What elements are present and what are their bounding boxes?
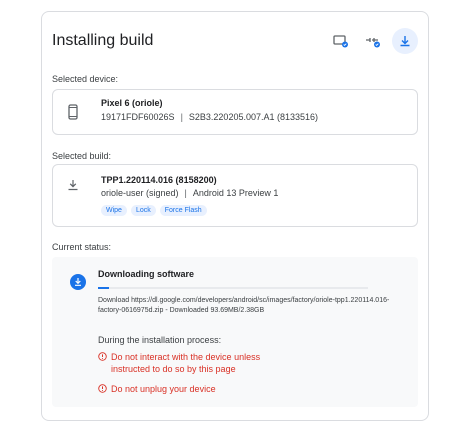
install-card: Installing build Selected device: Pixel … (41, 11, 429, 421)
device-settings-button[interactable] (328, 28, 354, 54)
build-release: Android 13 Preview 1 (192, 188, 279, 198)
device-build: S2B3.220205.007.A1 (8133516) (188, 112, 319, 122)
device-box: Pixel 6 (oriole) 19171FDF60026S | S2B3.220… (52, 89, 418, 135)
device-settings-icon (333, 35, 348, 48)
warning-text: Do not interact with the device unless i… (111, 352, 261, 374)
phone-icon (68, 104, 78, 120)
connection-icon (366, 38, 380, 48)
option-chip-wipe: Wipe (101, 205, 127, 216)
warning-item: Do not unplug your device (98, 383, 216, 395)
separator: | (184, 188, 187, 198)
selected-build-label: Selected build: (52, 151, 112, 161)
separator: | (180, 112, 183, 122)
warning-text: Do not unplug your device (111, 384, 216, 394)
build-box: TPP1.220114.016 (8158200) oriole-user (s… (52, 164, 418, 227)
error-icon (98, 352, 107, 361)
download-button[interactable] (392, 28, 418, 54)
download-progress-bar (98, 287, 368, 289)
download-detail: Download https://dl.google.com/developer… (98, 297, 390, 314)
warning-item: Do not interact with the device unless i… (98, 351, 298, 375)
build-variant: oriole-user (signed) (101, 188, 179, 198)
status-panel: Downloading software Download https://dl… (52, 257, 418, 407)
device-name: Pixel 6 (oriole) (101, 98, 163, 108)
build-details: oriole-user (signed) | Android 13 Preview … (101, 188, 278, 198)
device-serial: 19171FDF60026S (101, 112, 175, 122)
header-actions (328, 28, 418, 54)
device-details: 19171FDF60026S | S2B3.220205.007.A1 (81335… (101, 112, 318, 122)
card-header: Installing build (52, 28, 418, 60)
download-icon (400, 36, 410, 47)
connection-button[interactable] (360, 28, 386, 54)
option-chip-lock: Lock (130, 205, 156, 216)
build-id: TPP1.220114.016 (8158200) (101, 175, 217, 185)
during-install-heading: During the installation process: (98, 335, 222, 345)
download-progress-fill (98, 287, 109, 289)
error-icon (98, 384, 107, 393)
download-icon (68, 180, 78, 191)
build-options: Wipe Lock Force Flash (101, 205, 207, 216)
selected-device-label: Selected device: (52, 74, 119, 84)
option-chip-force-flash: Force Flash (159, 205, 207, 216)
status-title: Downloading software (98, 269, 195, 279)
status-download-icon (70, 274, 86, 290)
page-title: Installing build (52, 32, 154, 49)
current-status-label: Current status: (52, 242, 112, 252)
